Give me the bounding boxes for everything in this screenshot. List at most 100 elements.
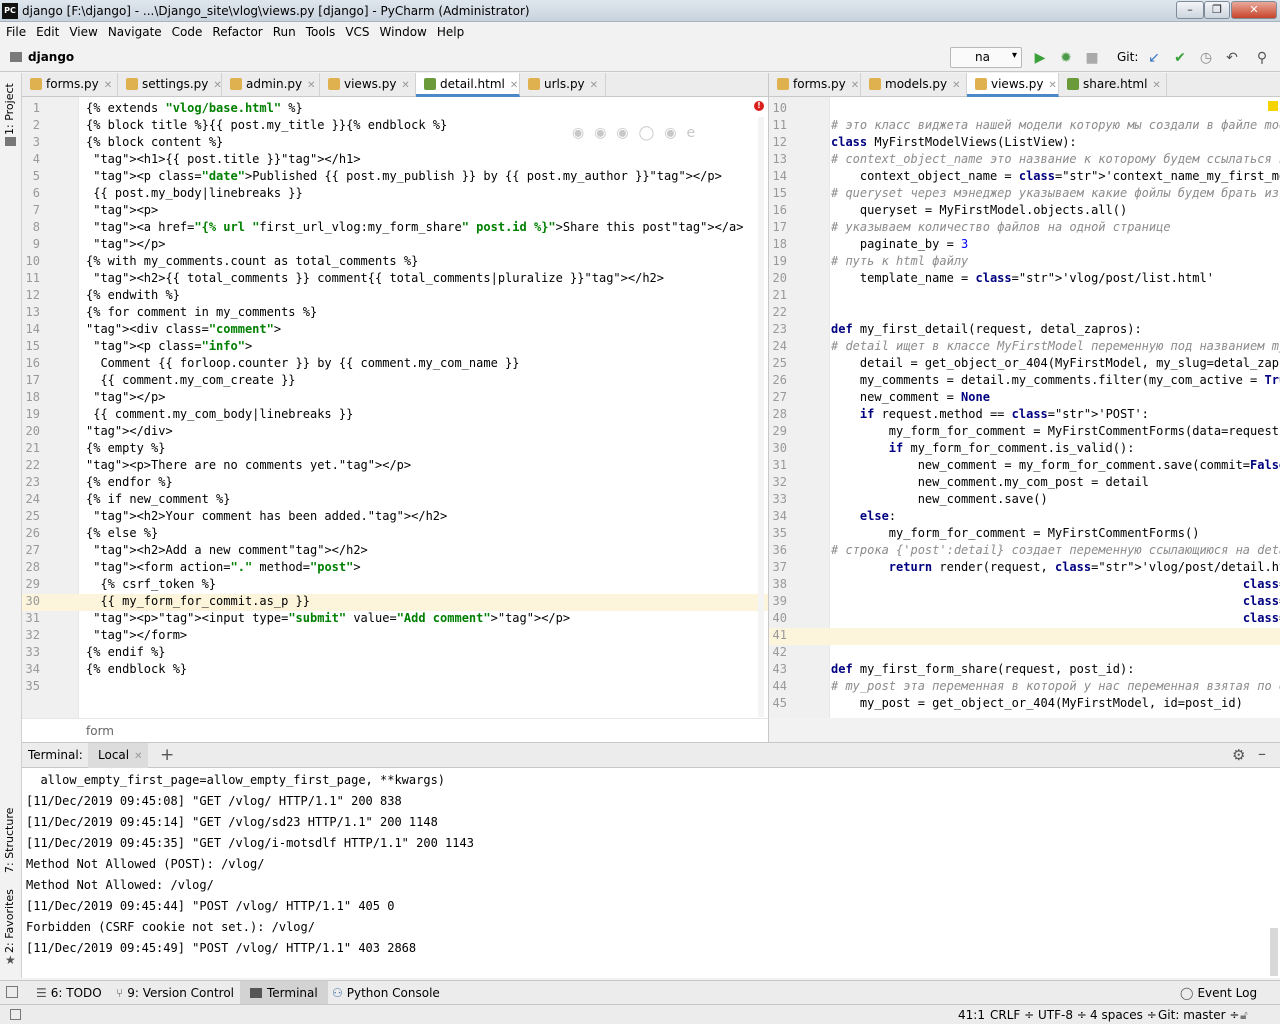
stop-icon[interactable]: ■ [1082, 48, 1102, 68]
code-line[interactable]: Comment {{ forloop.counter }} by {{ comm… [86, 356, 519, 370]
close-tab-icon[interactable]: ✕ [1152, 80, 1160, 91]
close-tab-icon[interactable]: ✕ [134, 751, 142, 762]
code-line[interactable]: "tag"><h2>{{ total_comments }} comment{{… [86, 271, 664, 285]
tab-forms-py-right[interactable]: forms.py ✕ [769, 73, 861, 97]
close-tab-icon[interactable]: ✕ [104, 80, 112, 91]
code-line[interactable]: def my_first_detail(request, detal_zapro… [831, 322, 1142, 336]
code-line[interactable]: {% if new_comment %} [86, 492, 231, 506]
code-line[interactable]: if my_form_for_comment.is_valid(): [831, 441, 1135, 455]
code-line[interactable]: {% with my_comments.count as total_comme… [86, 254, 418, 268]
close-window-button[interactable]: ✕ [1231, 1, 1277, 19]
terminal-tab-local[interactable]: Local ✕ [88, 743, 148, 768]
code-line[interactable]: template_name = class="str">'vlog/post/l… [831, 271, 1214, 285]
close-tab-icon[interactable]: ✕ [401, 80, 409, 91]
editor-breadcrumb[interactable]: form [22, 718, 768, 742]
code-line[interactable]: if request.method == class="str">'POST': [831, 407, 1149, 421]
python-console-tool-button[interactable]: ⚇ Python Console [322, 981, 450, 1005]
terminal-tool-button[interactable]: Terminal [240, 981, 328, 1005]
code-line[interactable]: "tag"><p class="date">Published {{ post.… [86, 169, 722, 183]
editor-split-divider[interactable] [768, 73, 769, 742]
menu-navigate[interactable]: Navigate [102, 22, 166, 39]
lock-icon[interactable]: 🔓︎ [1240, 1008, 1248, 1023]
menu-help[interactable]: Help [431, 22, 468, 39]
code-line[interactable]: "tag"><p class="info"> [86, 339, 252, 353]
tab-urls-py[interactable]: urls.py ✕ [520, 73, 606, 97]
menu-view[interactable]: View [63, 22, 101, 39]
tab-detail-html[interactable]: detail.html ✕ [416, 73, 520, 97]
line-separator[interactable]: CRLF ÷ [990, 1008, 1034, 1022]
code-line[interactable]: queryset = MyFirstModel.objects.all() [831, 203, 1127, 217]
code-line[interactable]: {% block title %}{{ post.my_title }}{% e… [86, 118, 447, 132]
debug-icon[interactable]: ✹ [1056, 48, 1076, 68]
code-line[interactable]: "tag"><h2>Add a new comment"tag"></h2> [86, 543, 368, 557]
code-line[interactable]: class="str">'my_comments': my_comments, [831, 577, 1280, 591]
right-editor[interactable]: 10 11 # это класс виджета нашей модели кот… [769, 97, 1280, 718]
git-branch[interactable]: Git: master ÷ [1158, 1008, 1239, 1022]
menu-refactor[interactable]: Refactor [206, 22, 266, 39]
close-tab-icon[interactable]: ✕ [590, 80, 598, 91]
code-line[interactable]: class MyFirstModelViews(ListView): [831, 135, 1077, 149]
code-line[interactable]: # путь к html файлу [831, 254, 968, 268]
terminal-scrollbar[interactable] [1270, 928, 1278, 976]
toggle-tool-windows-icon[interactable] [6, 986, 18, 998]
todo-tool-button[interactable]: ☰ 6: TODO [26, 981, 112, 1005]
breadcrumb-item[interactable]: form [86, 724, 114, 738]
close-tab-icon[interactable]: ✕ [1048, 80, 1056, 91]
file-encoding[interactable]: UTF-8 ÷ [1038, 1008, 1087, 1022]
code-line[interactable]: {% endif %} [86, 645, 165, 659]
favorites-tool-button[interactable]: 2: Favorites [3, 889, 16, 953]
close-tab-icon[interactable]: ✕ [952, 80, 960, 91]
code-line[interactable]: new_comment.save() [831, 492, 1048, 506]
git-rollback-icon[interactable]: ↶ [1222, 48, 1242, 68]
code-line[interactable]: "tag"><p>"tag"><input type="submit" valu… [86, 611, 570, 625]
code-line[interactable]: {% endfor %} [86, 475, 173, 489]
code-line[interactable]: class="str">'new_comment': new_comment, [831, 594, 1280, 608]
code-line[interactable]: # строка {'post':detail} создает перемен… [831, 543, 1280, 557]
code-line[interactable]: def my_first_form_share(request, post_id… [831, 662, 1134, 676]
menu-vcs[interactable]: VCS [339, 22, 373, 39]
new-terminal-icon[interactable]: + [160, 745, 174, 765]
tab-views-py[interactable]: views.py ✕ [320, 73, 416, 97]
code-line[interactable]: # detail ищет в классе MyFirstModel пере… [831, 339, 1280, 353]
code-line[interactable]: return render(request, class="str">'vlog… [831, 560, 1280, 574]
code-line[interactable]: # my_post эта переменная в которой у нас… [831, 679, 1280, 693]
close-tab-icon[interactable]: ✕ [851, 80, 859, 91]
structure-tool-button[interactable]: 7: Structure [3, 808, 16, 873]
code-line[interactable]: "tag"><a href="{% url "first_url_vlog:my… [86, 220, 743, 234]
git-update-icon[interactable]: ↙ [1144, 48, 1164, 68]
git-history-icon[interactable]: ◷ [1196, 48, 1216, 68]
code-line[interactable]: "tag"><p> [86, 203, 158, 217]
code-line[interactable]: detail = get_object_or_404(MyFirstModel,… [831, 356, 1280, 370]
tab-admin-py[interactable]: admin.py ✕ [222, 73, 320, 97]
tab-models-py[interactable]: models.py ✕ [861, 73, 967, 97]
git-commit-icon[interactable]: ✔ [1170, 48, 1190, 68]
code-line[interactable]: "tag"></form> [86, 628, 187, 642]
code-line[interactable]: {{ comment.my_com_body|linebreaks }} [86, 407, 353, 421]
menu-file[interactable]: File [0, 22, 30, 39]
code-line[interactable]: my_form_for_comment = MyFirstCommentForm… [831, 526, 1200, 540]
code-line[interactable]: my_form_for_comment = MyFirstCommentForm… [831, 424, 1280, 438]
status-square-icon[interactable] [10, 1009, 21, 1020]
code-line[interactable]: # указываем количество файлов на одной с… [831, 220, 1171, 234]
menu-code[interactable]: Code [166, 22, 207, 39]
left-scrollbar[interactable] [758, 117, 764, 717]
code-line[interactable]: "tag"></div> [86, 424, 173, 438]
indent-setting[interactable]: 4 spaces ÷ [1090, 1008, 1157, 1022]
code-line[interactable]: "tag"><p>There are no comments yet."tag"… [86, 458, 411, 472]
code-line[interactable]: paginate_by = 3 [831, 237, 968, 251]
menu-run[interactable]: Run [267, 22, 300, 39]
minimize-button[interactable]: – [1176, 1, 1204, 19]
code-line[interactable]: "tag"><form action="." method="post"> [86, 560, 360, 574]
version-control-tool-button[interactable]: ⑂ 9: Version Control [106, 981, 244, 1005]
code-line[interactable]: {% empty %} [86, 441, 165, 455]
code-line[interactable]: # это класс виджета нашей модели которую… [831, 118, 1280, 132]
hide-panel-icon[interactable]: – [1258, 744, 1266, 763]
code-line[interactable]: {% block content %} [86, 135, 223, 149]
code-line[interactable]: "tag"></p> [86, 390, 165, 404]
maximize-button[interactable]: ❐ [1204, 1, 1230, 19]
code-line[interactable]: new_comment.my_com_post = detail [831, 475, 1149, 489]
code-line[interactable]: class="str">'my_form_for_comment': my_fo… [831, 611, 1280, 625]
tab-share-html[interactable]: share.html ✕ [1059, 73, 1167, 97]
tab-views-py-right[interactable]: views.py ✕ [967, 73, 1059, 97]
code-line[interactable]: {% for comment in my_comments %} [86, 305, 317, 319]
